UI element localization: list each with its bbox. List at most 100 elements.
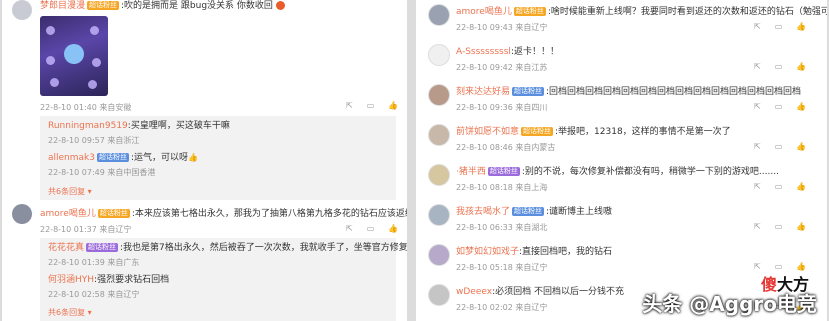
comment-timestamp: 22-8-10 01:40 来自安徽 xyxy=(40,103,132,112)
username[interactable]: 我孩去喝水了 xyxy=(456,207,510,217)
share-icon[interactable]: ⇱ xyxy=(754,182,761,191)
share-icon[interactable]: ⇱ xyxy=(754,142,761,151)
username[interactable]: ·猪半西 xyxy=(456,167,486,177)
more-replies-link[interactable]: 共6条回复 ▾ xyxy=(48,307,92,318)
comment-line: A-Sssssssssl:返卡！！！ xyxy=(456,46,559,58)
user-avatar[interactable] xyxy=(428,284,450,306)
like-icon[interactable]: 👍 xyxy=(796,262,806,271)
comment-actions: ⇱ ▭ 👍 xyxy=(740,142,806,151)
comment-timestamp: 22-8-10 08:18 来自上海 xyxy=(456,183,548,192)
comment-timestamp: 22-8-10 01:37 来自辽宁 xyxy=(40,225,132,234)
reply-timestamp: 22-8-10 02:58 来自辽宁 xyxy=(48,290,140,299)
reply-text: :强烈要求钻石回档 xyxy=(94,275,170,285)
fan-badge: 超话粉丝 xyxy=(97,209,130,218)
comment-text: :吹的是拥而是 跟bug没关系 你数收回 xyxy=(121,1,273,11)
reply-username[interactable]: 花花花真 xyxy=(48,243,84,253)
username[interactable]: 刻来达达好易 xyxy=(456,87,510,97)
reply-timestamp: 22-8-10 07:49 来自中国香港 xyxy=(48,168,156,177)
reply-text: :运气，可以呀 xyxy=(130,153,189,163)
fan-badge: 超话粉丝 xyxy=(512,87,545,96)
comment-actions: ⇱ ▭ 👍 xyxy=(740,262,806,271)
fan-badge: 超话粉丝 xyxy=(86,243,119,252)
share-icon[interactable]: ⇱ xyxy=(754,22,761,31)
fan-badge: 超话粉丝 xyxy=(96,153,129,162)
share-icon[interactable]: ⇱ xyxy=(754,222,761,231)
user-avatar[interactable] xyxy=(428,204,450,226)
username[interactable]: amore喝鱼儿 xyxy=(456,7,512,17)
left-comment-panel: 梦郎目漫漫 超话粉丝:吹的是拥而是 跟bug没关系 你数收回 22-8-10 01… xyxy=(2,0,407,321)
like-icon[interactable]: 👍 xyxy=(388,101,398,110)
thumb-emoji-icon: 👍 xyxy=(188,153,198,162)
comment-line: 如梦如幻如戏子:直接回档吧，我的钻石 xyxy=(456,246,612,258)
fan-badge: 超话粉丝 xyxy=(521,127,554,136)
share-icon[interactable]: ⇱ xyxy=(346,101,353,110)
comment-icon[interactable]: ▭ xyxy=(367,101,375,110)
like-icon[interactable]: 👍 xyxy=(388,224,398,233)
like-icon[interactable]: 👍 xyxy=(796,222,806,231)
user-avatar[interactable] xyxy=(428,244,450,266)
like-icon[interactable]: 👍 xyxy=(796,182,806,191)
username[interactable]: A-Sssssssssl xyxy=(456,47,511,57)
comment-text: :别的不说，每次修复补偿都没有吗，稍微学一下别的游戏吧....... xyxy=(521,167,779,177)
comment-actions: ⇱ ▭ 👍 xyxy=(740,182,806,191)
fan-badge: 超话粉丝 xyxy=(87,1,120,10)
comment-icon[interactable]: ▭ xyxy=(775,222,783,231)
chevron-down-icon: ▾ xyxy=(87,187,92,196)
user-avatar[interactable] xyxy=(428,44,450,66)
more-replies-link[interactable]: 共6条回复 ▾ xyxy=(48,186,92,197)
comment-icon[interactable]: ▭ xyxy=(775,262,783,271)
reply-username[interactable]: 何羽涵HYH xyxy=(48,275,94,285)
user-avatar[interactable] xyxy=(12,0,32,20)
comment-line: 前饼如愿不如意 超话粉丝:举报吧，12318，这样的事情不是第一次了 xyxy=(456,126,731,138)
comment-icon[interactable]: ▭ xyxy=(775,62,783,71)
comment-timestamp: 22-8-10 05:18 来自辽宁 xyxy=(456,263,548,272)
share-icon[interactable]: ⇱ xyxy=(346,224,353,233)
like-icon[interactable]: 👍 xyxy=(796,142,806,151)
comment-line: ·猪半西 超话粉丝:别的不说，每次修复补偿都没有吗，稍微学一下别的游戏吧.....… xyxy=(456,166,779,178)
reply-line: Runningman9519:买皇哩啊，买这破车干嘛 xyxy=(48,120,230,132)
comment-text: :必须回档 不回档以后一分钱不充 xyxy=(492,287,624,297)
username[interactable]: wDeeex xyxy=(456,287,492,297)
comment-text: :啥时候能重新上线啊？我要同时看到返还的次数和返还的钻石（勉强可以返卡） xyxy=(547,7,827,17)
comment-line: amore喝鱼儿 超话粉丝:本来应该第七格出永久，那我为了抽第八格第九格多花的钻石… xyxy=(40,208,407,220)
reply-line: 何羽涵HYH:强烈要求钻石回档 xyxy=(48,274,169,286)
comment-icon[interactable]: ▭ xyxy=(367,224,375,233)
user-avatar[interactable] xyxy=(428,164,450,186)
comment-timestamp: 22-8-10 02:02 来自辽宁 xyxy=(456,303,548,312)
comment-icon[interactable]: ▭ xyxy=(775,182,783,191)
comment-icon[interactable]: ▭ xyxy=(775,102,783,111)
like-icon[interactable]: 👍 xyxy=(796,102,806,111)
user-avatar[interactable] xyxy=(428,4,450,26)
comment-actions: ⇱ ▭ 👍 xyxy=(740,62,806,71)
username[interactable]: 前饼如愿不如意 xyxy=(456,127,519,137)
comment-actions: ⇱ ▭ 👍 xyxy=(740,222,806,231)
reply-username[interactable]: Runningman9519 xyxy=(48,121,128,131)
reply-text: :买皇哩啊，买这破车干嘛 xyxy=(127,121,230,131)
share-icon[interactable]: ⇱ xyxy=(754,62,761,71)
comment-line: 刻来达达好易 超话粉丝:回档回档回档回档回档回档回档回档回档回档回档回档回档回档 xyxy=(456,86,801,98)
reply-list: 花花花真 超话粉丝:我也是第7格出永久，然后被吞了一次次数，我就收手了，坐等官方修… xyxy=(40,238,407,321)
comment-timestamp: 22-8-10 06:33 来自湖北 xyxy=(456,223,548,232)
username[interactable]: 梦郎目漫漫 xyxy=(40,1,85,11)
share-icon[interactable]: ⇱ xyxy=(754,262,761,271)
share-icon[interactable]: ⇱ xyxy=(754,102,761,111)
emoji-icon xyxy=(275,1,285,10)
comment-actions: ⇱▭👍21 xyxy=(332,224,407,233)
comment-timestamp: 22-8-10 09:43 来自辽宁 xyxy=(456,23,548,32)
comment-actions: ⇱▭👍22 xyxy=(332,101,407,110)
comment-image-thumbnail[interactable] xyxy=(40,16,108,96)
username[interactable]: 如梦如幻如戏子 xyxy=(456,247,519,257)
like-icon[interactable]: 👍 xyxy=(796,22,806,31)
like-icon[interactable]: 👍 xyxy=(796,62,806,71)
username[interactable]: amore喝鱼儿 xyxy=(40,209,96,219)
chevron-down-icon: ▾ xyxy=(87,308,92,317)
reply-username[interactable]: allenmak3 xyxy=(48,153,95,163)
user-avatar[interactable] xyxy=(428,124,450,146)
comment-icon[interactable]: ▭ xyxy=(775,22,783,31)
reply-timestamp: 22-8-10 09:57 来自浙江 xyxy=(48,136,140,145)
fan-badge: 超话粉丝 xyxy=(487,167,520,176)
user-avatar[interactable] xyxy=(428,84,450,106)
comment-timestamp: 22-8-10 09:36 来自四川 xyxy=(456,103,548,112)
comment-icon[interactable]: ▭ xyxy=(775,142,783,151)
user-avatar[interactable] xyxy=(12,204,32,224)
